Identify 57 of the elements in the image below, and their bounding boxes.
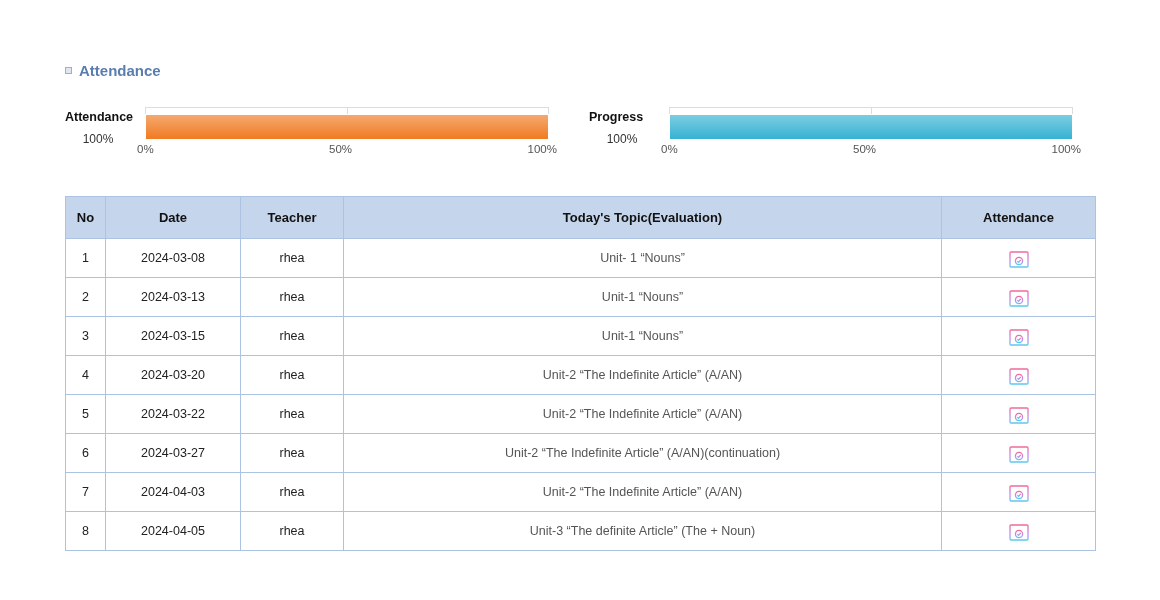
table-cell: Unit-2 “The Indefinite Article” (A/AN): [343, 394, 942, 434]
table-cell: 2024-03-15: [105, 316, 241, 356]
calendar-check-icon[interactable]: [1008, 521, 1029, 541]
table-cell: 3: [65, 316, 106, 356]
table-cell: rhea: [240, 472, 344, 512]
table-cell: 2024-04-05: [105, 511, 241, 551]
calendar-check-icon[interactable]: [1008, 326, 1029, 346]
calendar-check-icon[interactable]: [1008, 482, 1029, 502]
table-cell: Unit-3 “The definite Article” (The + Noun): [343, 511, 942, 551]
calendar-check-icon[interactable]: [1008, 365, 1029, 385]
axis-tick-label: 50%: [329, 143, 353, 155]
table-cell: 4: [65, 355, 106, 395]
axis-tick-label: 100%: [527, 143, 557, 155]
meter-reading: 100%: [81, 132, 115, 146]
table-cell: 2024-03-08: [105, 238, 241, 278]
column-header: Teacher: [240, 196, 344, 239]
table-cell: 2024-03-27: [105, 433, 241, 473]
table-cell: Unit-1 “Nouns”: [343, 316, 942, 356]
axis-tick-label: 100%: [1051, 143, 1081, 155]
calendar-check-icon[interactable]: [1008, 287, 1029, 307]
column-header: Today's Topic(Evaluation): [343, 196, 942, 239]
meter-label: Attendance: [65, 110, 131, 124]
axis-tick-label: 50%: [853, 143, 877, 155]
table-cell: 5: [65, 394, 106, 434]
table-cell: Unit- 1 “Nouns”: [343, 238, 942, 278]
calendar-check-icon[interactable]: [1008, 248, 1029, 268]
calendar-check-icon[interactable]: [1008, 404, 1029, 424]
table-cell: Unit-2 “The Indefinite Article” (A/AN)(continuation): [343, 433, 942, 473]
table-cell: rhea: [240, 511, 344, 551]
table-cell: 2024-03-22: [105, 394, 241, 434]
section-title: Attendance: [79, 62, 161, 79]
column-header: No: [65, 196, 106, 239]
table-cell: rhea: [240, 433, 344, 473]
axis-tick-label: 0%: [661, 143, 678, 155]
axis-tick-label: 0%: [137, 143, 154, 155]
meter-reading: 100%: [605, 132, 639, 146]
table-cell: 2024-03-13: [105, 277, 241, 317]
table-cell: rhea: [240, 238, 344, 278]
calendar-check-icon[interactable]: [1008, 443, 1029, 463]
table-cell: rhea: [240, 355, 344, 395]
column-header: Attendance: [941, 196, 1096, 239]
table-cell: 2: [65, 277, 106, 317]
table-cell: rhea: [240, 394, 344, 434]
table-cell: Unit-2 “The Indefinite Article” (A/AN): [343, 472, 942, 512]
table-cell: 6: [65, 433, 106, 473]
table-cell: 7: [65, 472, 106, 512]
table-cell: 2024-03-20: [105, 355, 241, 395]
table-cell: 2024-04-03: [105, 472, 241, 512]
table-cell: Unit-1 “Nouns”: [343, 277, 942, 317]
column-header: Date: [105, 196, 241, 239]
table-cell: Unit-2 “The Indefinite Article” (A/AN): [343, 355, 942, 395]
table-cell: rhea: [240, 316, 344, 356]
table-cell: 8: [65, 511, 106, 551]
table-cell: rhea: [240, 277, 344, 317]
square-bullet-icon: [65, 67, 72, 74]
meter-label: Progress: [589, 110, 645, 124]
table-cell: 1: [65, 238, 106, 278]
